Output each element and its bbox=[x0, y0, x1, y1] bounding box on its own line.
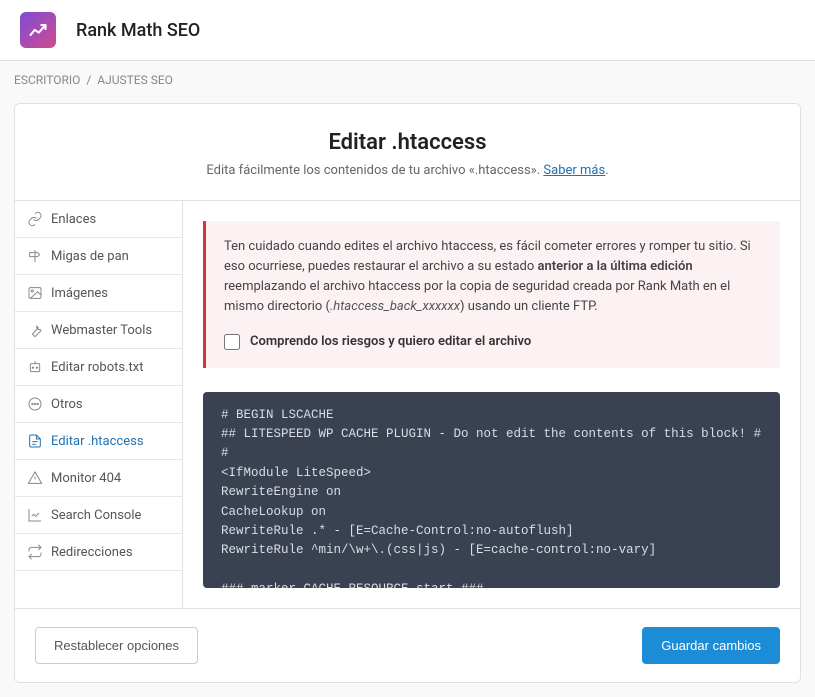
breadcrumb-home[interactable]: ESCRITORIO bbox=[14, 73, 80, 87]
file-icon bbox=[27, 433, 43, 449]
sidebar-item-monitor404[interactable]: Monitor 404 bbox=[15, 460, 182, 497]
sidebar-item-other[interactable]: Otros bbox=[15, 386, 182, 423]
panel-header: Editar .htaccess Edita fácilmente los co… bbox=[15, 104, 800, 201]
redirect-icon bbox=[27, 544, 43, 560]
sidebar-item-redirections[interactable]: Redirecciones bbox=[15, 534, 182, 571]
breadcrumb-current: AJUSTES SEO bbox=[97, 73, 173, 87]
app-title: Rank Math SEO bbox=[76, 20, 200, 41]
code-wrapper: # BEGIN LSCACHE ## LITESPEED WP CACHE PL… bbox=[203, 392, 780, 588]
settings-panel: Editar .htaccess Edita fácilmente los co… bbox=[14, 103, 801, 683]
sidebar-item-links[interactable]: Enlaces bbox=[15, 201, 182, 238]
sidebar-item-robots[interactable]: Editar robots.txt bbox=[15, 349, 182, 386]
wrench-icon bbox=[27, 322, 43, 338]
rank-math-logo bbox=[20, 12, 56, 48]
sidebar-item-breadcrumbs[interactable]: Migas de pan bbox=[15, 238, 182, 275]
sidebar-item-label: Enlaces bbox=[51, 212, 96, 227]
risk-checkbox-row: Comprendo los riesgos y quiero editar el… bbox=[224, 332, 762, 352]
sidebar-item-label: Otros bbox=[51, 397, 83, 412]
reset-button[interactable]: Restablecer opciones bbox=[35, 627, 198, 664]
breadcrumb: ESCRITORIO / AJUSTES SEO bbox=[0, 61, 815, 99]
risk-checkbox-label[interactable]: Comprendo los riesgos y quiero editar el… bbox=[250, 332, 531, 352]
panel-subtitle: Edita fácilmente los contenidos de tu ar… bbox=[35, 163, 780, 178]
save-button[interactable]: Guardar cambios bbox=[642, 627, 780, 664]
htaccess-editor[interactable]: # BEGIN LSCACHE ## LITESPEED WP CACHE PL… bbox=[203, 392, 780, 588]
learn-more-link[interactable]: Saber más bbox=[543, 163, 605, 178]
settings-sidebar: Enlaces Migas de pan Imágenes Webmaster … bbox=[15, 201, 183, 608]
sidebar-item-webmaster[interactable]: Webmaster Tools bbox=[15, 312, 182, 349]
sidebar-item-searchconsole[interactable]: Search Console bbox=[15, 497, 182, 534]
sidebar-item-label: Webmaster Tools bbox=[51, 323, 152, 338]
dots-icon bbox=[27, 396, 43, 412]
panel-title: Editar .htaccess bbox=[35, 130, 780, 155]
panel-body: Enlaces Migas de pan Imágenes Webmaster … bbox=[15, 201, 800, 608]
sidebar-item-label: Editar .htaccess bbox=[51, 434, 144, 449]
sidebar-item-label: Migas de pan bbox=[51, 249, 129, 264]
risk-checkbox[interactable] bbox=[224, 334, 240, 350]
sidebar-item-label: Imágenes bbox=[51, 286, 108, 301]
robot-icon bbox=[27, 359, 43, 375]
warning-text: Ten cuidado cuando edites el archivo hta… bbox=[224, 237, 762, 318]
sidebar-item-label: Redirecciones bbox=[51, 545, 133, 560]
sidebar-item-images[interactable]: Imágenes bbox=[15, 275, 182, 312]
signpost-icon bbox=[27, 248, 43, 264]
warning-icon bbox=[27, 470, 43, 486]
image-icon bbox=[27, 285, 43, 301]
search-icon bbox=[27, 507, 43, 523]
sidebar-item-label: Editar robots.txt bbox=[51, 360, 143, 375]
sidebar-item-label: Monitor 404 bbox=[51, 471, 121, 486]
link-icon bbox=[27, 211, 43, 227]
sidebar-item-htaccess[interactable]: Editar .htaccess bbox=[15, 423, 182, 460]
settings-content: Ten cuidado cuando edites el archivo hta… bbox=[183, 201, 800, 608]
panel-footer: Restablecer opciones Guardar cambios bbox=[15, 608, 800, 682]
app-header: Rank Math SEO bbox=[0, 0, 815, 61]
sidebar-item-label: Search Console bbox=[51, 508, 141, 523]
warning-box: Ten cuidado cuando edites el archivo hta… bbox=[203, 221, 780, 368]
